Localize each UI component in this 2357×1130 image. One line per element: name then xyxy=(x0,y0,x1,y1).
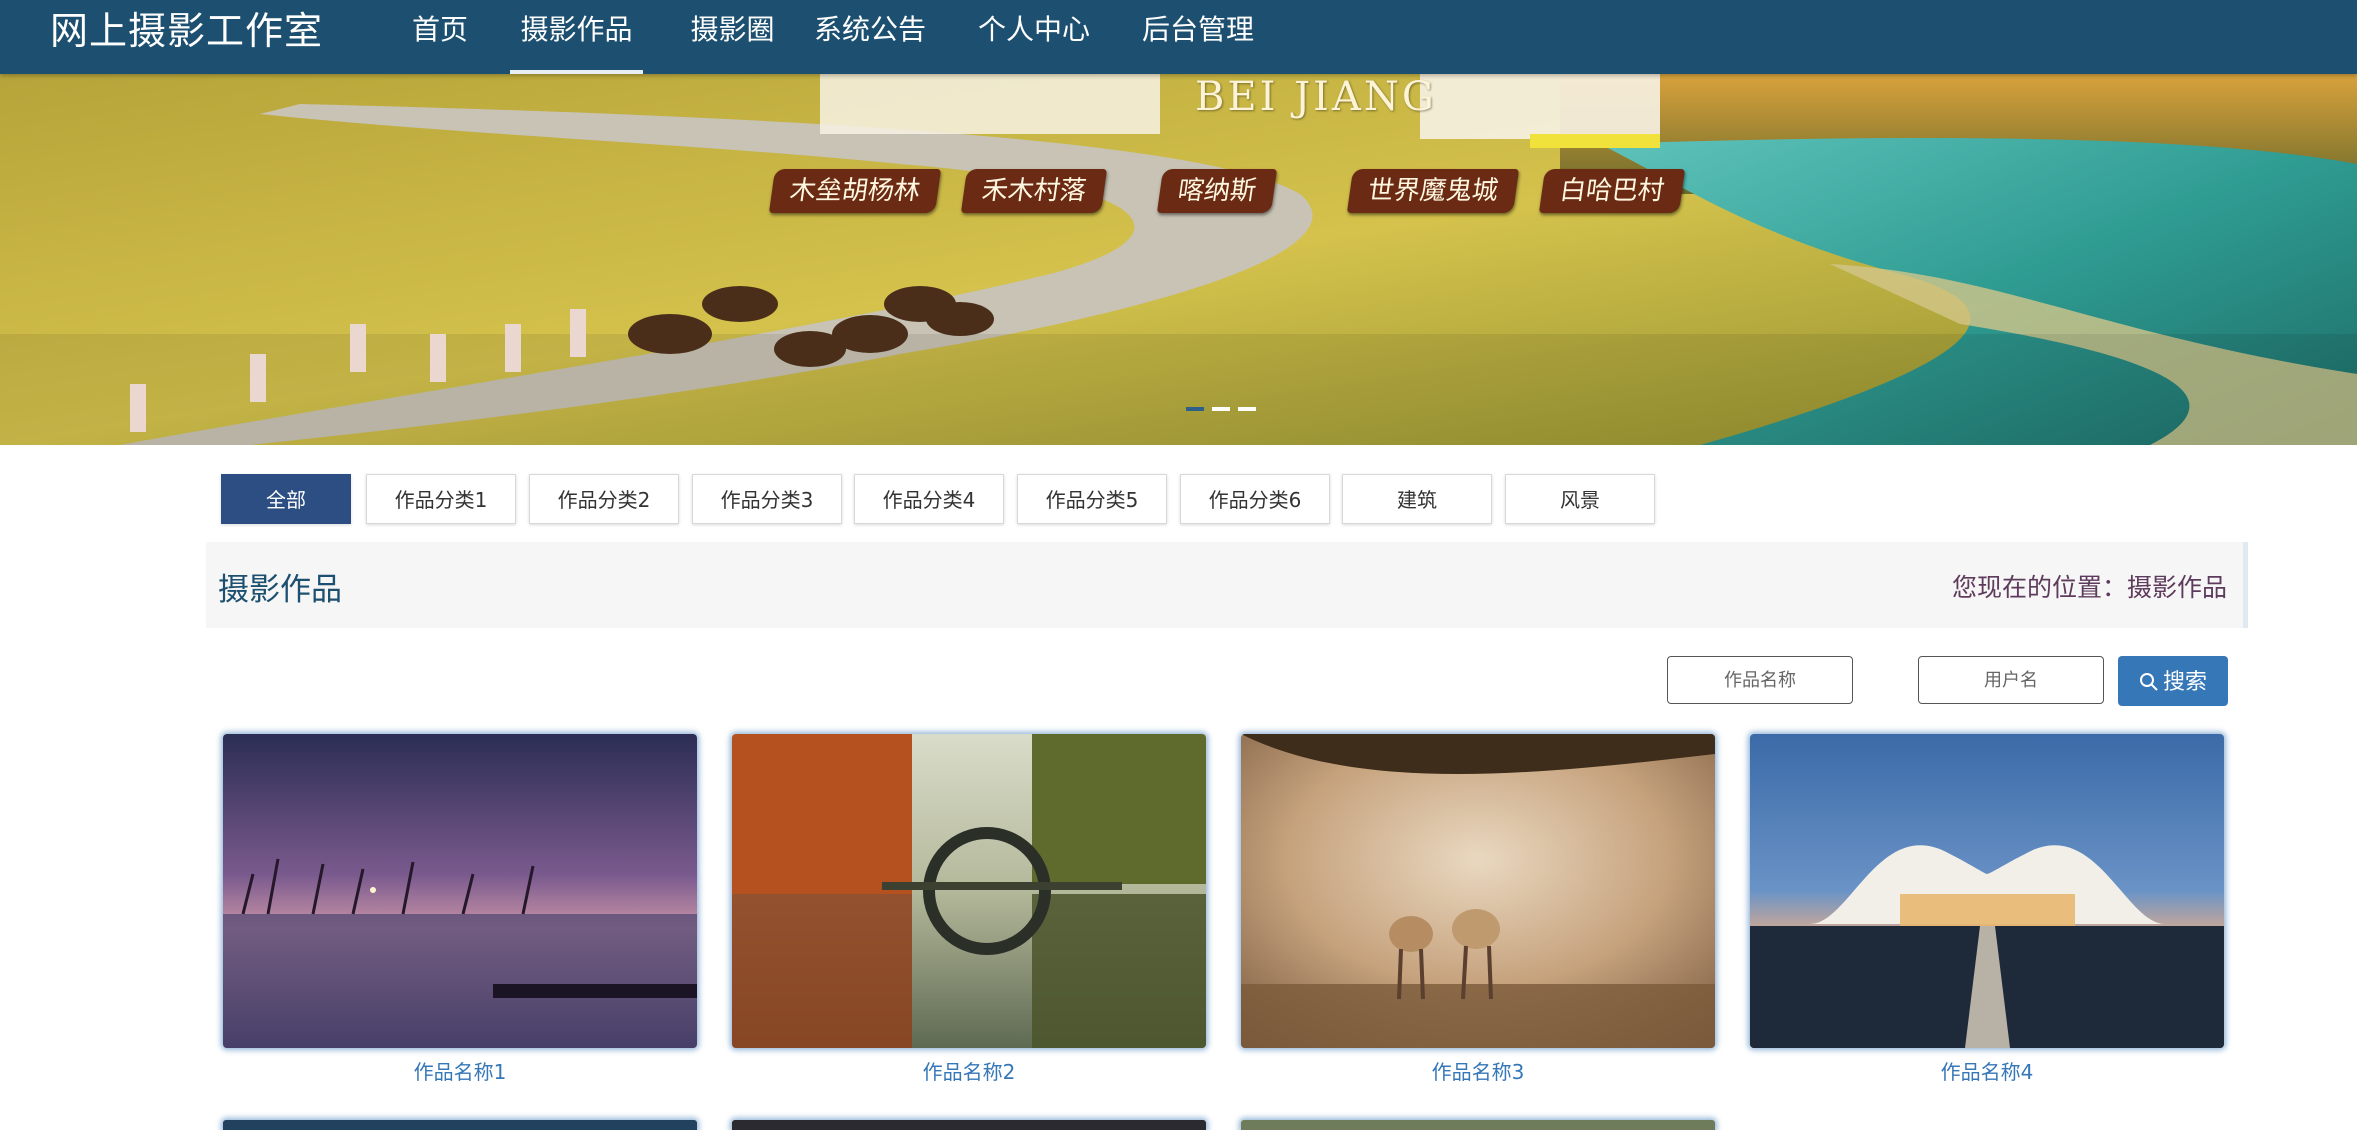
category-tab-2[interactable]: 作品分类2 xyxy=(529,474,679,524)
work-thumbnail[interactable] xyxy=(223,734,697,1048)
work-card-partial[interactable] xyxy=(1241,1120,1715,1130)
banner-image xyxy=(0,74,2357,445)
section-title: 摄影作品 xyxy=(218,572,342,608)
section-header: 摄影作品 您现在的位置：摄影作品 xyxy=(206,542,2248,628)
nav-item-home[interactable]: 首页 xyxy=(410,0,470,74)
search-button-label: 搜索 xyxy=(2162,669,2207,694)
banner-tag: 喀纳斯 xyxy=(1156,169,1278,213)
work-card[interactable]: 作品名称4 xyxy=(1750,734,2224,1085)
carousel-dot[interactable] xyxy=(1186,407,1204,411)
category-tab-5[interactable]: 作品分类5 xyxy=(1017,474,1167,524)
work-image xyxy=(732,734,1206,1048)
nav-item-announcements[interactable]: 系统公告 xyxy=(812,0,928,74)
nav-item-admin[interactable]: 后台管理 xyxy=(1140,0,1256,74)
category-tab-1[interactable]: 作品分类1 xyxy=(366,474,516,524)
nav-item-circle[interactable]: 摄影圈 xyxy=(680,0,785,74)
work-name[interactable]: 作品名称3 xyxy=(1241,1056,1715,1085)
work-image xyxy=(223,734,697,1048)
top-navbar: 网上摄影工作室 首页 摄影作品 摄影圈 系统公告 个人中心 后台管理 xyxy=(0,0,2357,74)
work-card[interactable]: 作品名称3 xyxy=(1241,734,1715,1085)
work-thumbnail[interactable] xyxy=(1750,734,2224,1048)
username-search-input[interactable] xyxy=(1918,656,2104,704)
work-thumbnail[interactable] xyxy=(732,734,1206,1048)
work-card-partial[interactable] xyxy=(732,1120,1206,1130)
category-tab-landscape[interactable]: 风景 xyxy=(1505,474,1655,524)
banner-tag: 世界魔鬼城 xyxy=(1346,169,1520,213)
work-card[interactable]: 作品名称1 xyxy=(223,734,697,1085)
banner-tag: 禾木村落 xyxy=(960,169,1108,213)
carousel-dot[interactable] xyxy=(1238,407,1256,411)
work-name[interactable]: 作品名称2 xyxy=(732,1056,1206,1085)
category-tab-4[interactable]: 作品分类4 xyxy=(854,474,1004,524)
search-button[interactable]: 搜索 xyxy=(2118,656,2228,706)
carousel-dot[interactable] xyxy=(1212,407,1230,411)
work-image xyxy=(1750,734,2224,1048)
category-tab-6[interactable]: 作品分类6 xyxy=(1180,474,1330,524)
work-name[interactable]: 作品名称4 xyxy=(1750,1056,2224,1085)
nav-item-personal-center[interactable]: 个人中心 xyxy=(976,0,1092,74)
banner-carousel[interactable]: BEI JIANG 木垒胡杨林 禾木村落 喀纳斯 世界魔鬼城 白哈巴村 xyxy=(0,74,2357,445)
work-thumbnail[interactable] xyxy=(1241,734,1715,1048)
banner-latin-title: BEI JIANG xyxy=(1195,74,1437,120)
category-tab-3[interactable]: 作品分类3 xyxy=(692,474,842,524)
nav-item-works[interactable]: 摄影作品 xyxy=(510,0,643,74)
work-image xyxy=(1241,734,1715,1048)
work-name[interactable]: 作品名称1 xyxy=(223,1056,697,1085)
site-brand[interactable]: 网上摄影工作室 xyxy=(50,6,323,56)
work-name-search-input[interactable] xyxy=(1667,656,1853,704)
breadcrumb: 您现在的位置：摄影作品 xyxy=(1951,573,2227,602)
category-tab-architecture[interactable]: 建筑 xyxy=(1342,474,1492,524)
work-card[interactable]: 作品名称2 xyxy=(732,734,1206,1085)
search-icon xyxy=(2139,673,2158,691)
banner-tag: 木垒胡杨林 xyxy=(768,169,942,213)
banner-tag: 白哈巴村 xyxy=(1538,169,1686,213)
work-card-partial[interactable] xyxy=(223,1120,697,1130)
category-tab-all[interactable]: 全部 xyxy=(221,474,351,524)
